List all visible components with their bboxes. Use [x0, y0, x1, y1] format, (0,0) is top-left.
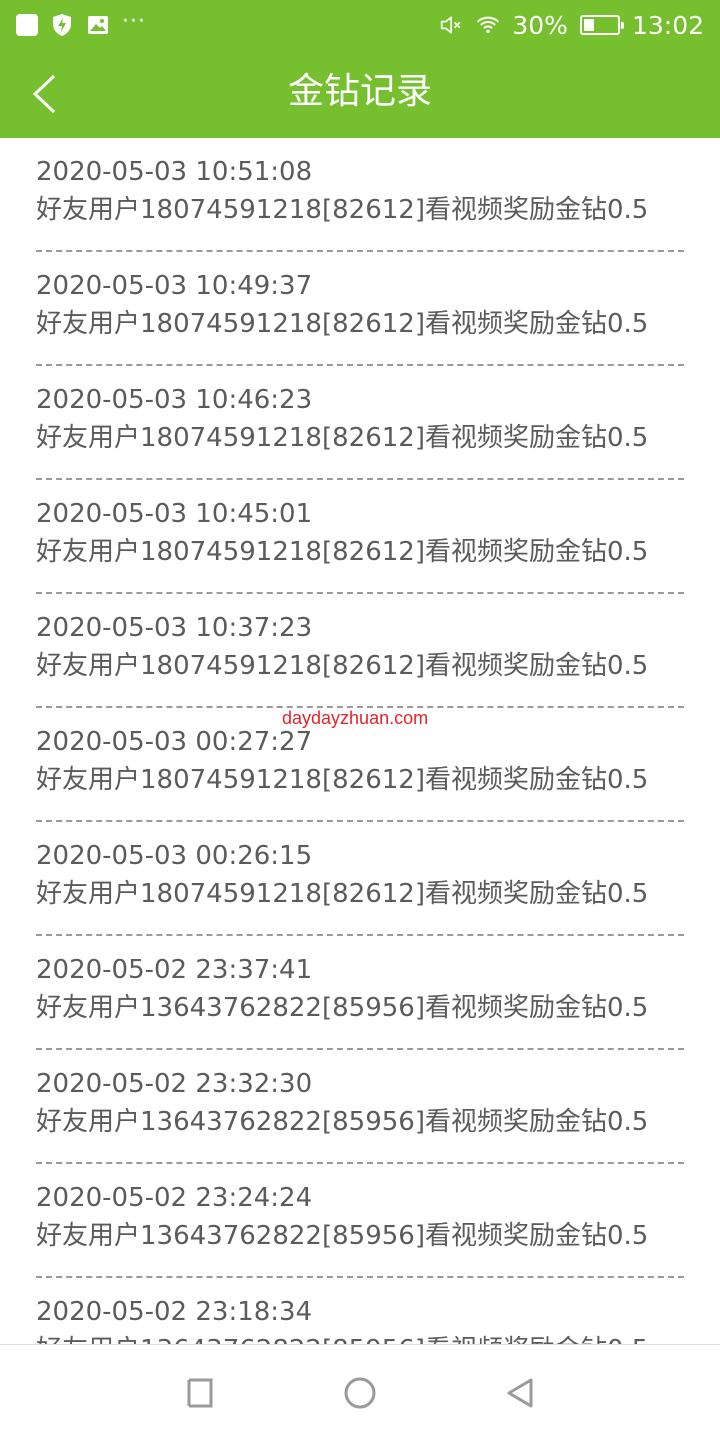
- back-button[interactable]: [18, 68, 70, 120]
- system-back-button[interactable]: [490, 1363, 550, 1423]
- clock: 13:02: [631, 10, 704, 40]
- record-time: 2020-05-02 23:18:34: [36, 1297, 313, 1327]
- status-bar-right: 30% 13:02: [440, 13, 704, 38]
- square-icon: [16, 14, 38, 36]
- battery-percent: 30%: [512, 10, 568, 40]
- record-item: 2020-05-03 10:45:01 好友用户18074591218[82612…: [36, 480, 684, 594]
- status-bar-left: ···: [16, 9, 146, 37]
- record-time: 2020-05-03 10:49:37: [36, 271, 313, 301]
- battery-icon: [579, 15, 624, 35]
- record-description: 好友用户13643762822[85956]看视频奖励金钻0.5: [36, 1221, 649, 1251]
- record-time: 2020-05-02 23:32:30: [36, 1069, 313, 1099]
- home-button[interactable]: [330, 1363, 390, 1423]
- record-time: 2020-05-03 10:45:01: [36, 499, 313, 529]
- record-item: 2020-05-02 23:18:34 好友用户13643762822[85956…: [36, 1278, 684, 1344]
- page-title: 金钻记录: [287, 71, 432, 112]
- record-item: 2020-05-03 00:26:15 好友用户18074591218[82612…: [36, 822, 684, 936]
- record-item: 2020-05-02 23:24:24 好友用户13643762822[85956…: [36, 1164, 684, 1278]
- record-description: 好友用户18074591218[82612]看视频奖励金钻0.5: [36, 879, 649, 909]
- app-bar: 金钻记录: [0, 50, 720, 138]
- record-item: 2020-05-03 10:51:08 好友用户18074591218[82612…: [36, 138, 684, 252]
- record-item: 2020-05-03 10:37:23 好友用户18074591218[82612…: [36, 594, 684, 708]
- record-time: 2020-05-03 10:37:23: [36, 613, 313, 643]
- record-time: 2020-05-03 10:46:23: [36, 385, 313, 415]
- record-description: 好友用户13643762822[85956]看视频奖励金钻0.5: [36, 1334, 684, 1344]
- more-dots-icon: ···: [122, 9, 146, 34]
- record-time: 2020-05-02 23:24:24: [36, 1183, 313, 1213]
- record-description: 好友用户18074591218[82612]看视频奖励金钻0.5: [36, 537, 649, 567]
- status-bar: ··· 30% 13:02: [0, 0, 720, 50]
- record-list[interactable]: 2020-05-03 10:51:08 好友用户18074591218[82612…: [0, 138, 720, 1344]
- record-item: 2020-05-02 23:32:30 好友用户13643762822[85956…: [36, 1050, 684, 1164]
- record-description: 好友用户13643762822[85956]看视频奖励金钻0.5: [36, 993, 649, 1023]
- recent-apps-icon: [187, 1378, 213, 1407]
- image-icon: [86, 13, 110, 37]
- shield-bolt-icon: [50, 13, 74, 37]
- record-description: 好友用户18074591218[82612]看视频奖励金钻0.5: [36, 195, 649, 225]
- watermark: daydayzhuan.com: [282, 708, 429, 728]
- record-description: 好友用户18074591218[82612]看视频奖励金钻0.5: [36, 423, 649, 453]
- record-time: 2020-05-03 00:27:27: [36, 727, 313, 757]
- mute-icon: [440, 13, 464, 37]
- record-description: 好友用户18074591218[82612]看视频奖励金钻0.5: [36, 651, 649, 681]
- chevron-left-icon: [32, 74, 56, 114]
- record-description: 好友用户18074591218[82612]看视频奖励金钻0.5: [36, 765, 649, 795]
- wifi-icon: [476, 13, 500, 37]
- recent-apps-button[interactable]: [170, 1363, 230, 1423]
- record-item: 2020-05-03 10:46:23 好友用户18074591218[82612…: [36, 366, 684, 480]
- navigation-bar: [0, 1344, 720, 1440]
- record-time: 2020-05-03 10:51:08: [36, 157, 313, 187]
- record-time: 2020-05-02 23:37:41: [36, 955, 313, 985]
- battery-level-fill: [583, 19, 594, 31]
- back-icon: [507, 1378, 533, 1407]
- record-time: 2020-05-03 00:26:15: [36, 841, 313, 871]
- record-description: 好友用户13643762822[85956]看视频奖励金钻0.5: [36, 1107, 649, 1137]
- record-item: 2020-05-02 23:37:41 好友用户13643762822[85956…: [36, 936, 684, 1050]
- record-item: 2020-05-03 10:49:37 好友用户18074591218[82612…: [36, 252, 684, 366]
- home-icon: [344, 1377, 376, 1408]
- record-description: 好友用户18074591218[82612]看视频奖励金钻0.5: [36, 309, 649, 339]
